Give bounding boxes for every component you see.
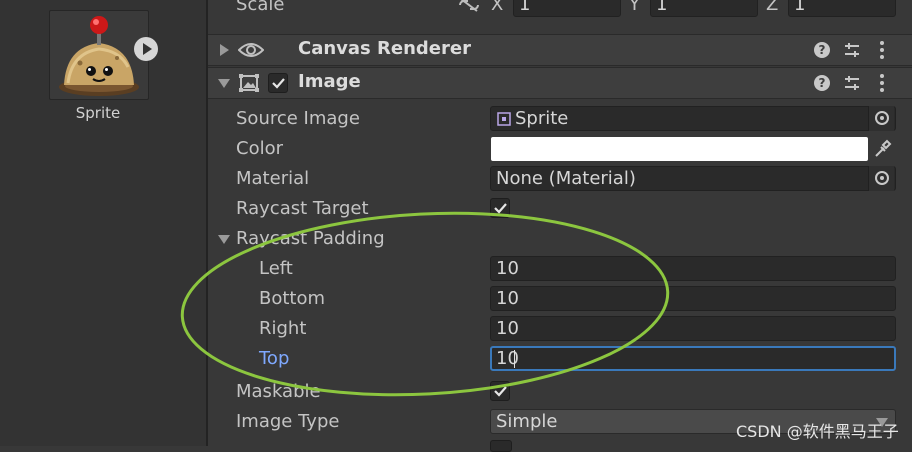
- watermark: CSDN @软件黑马王子: [736, 422, 899, 441]
- annotation-ellipse: [180, 211, 670, 397]
